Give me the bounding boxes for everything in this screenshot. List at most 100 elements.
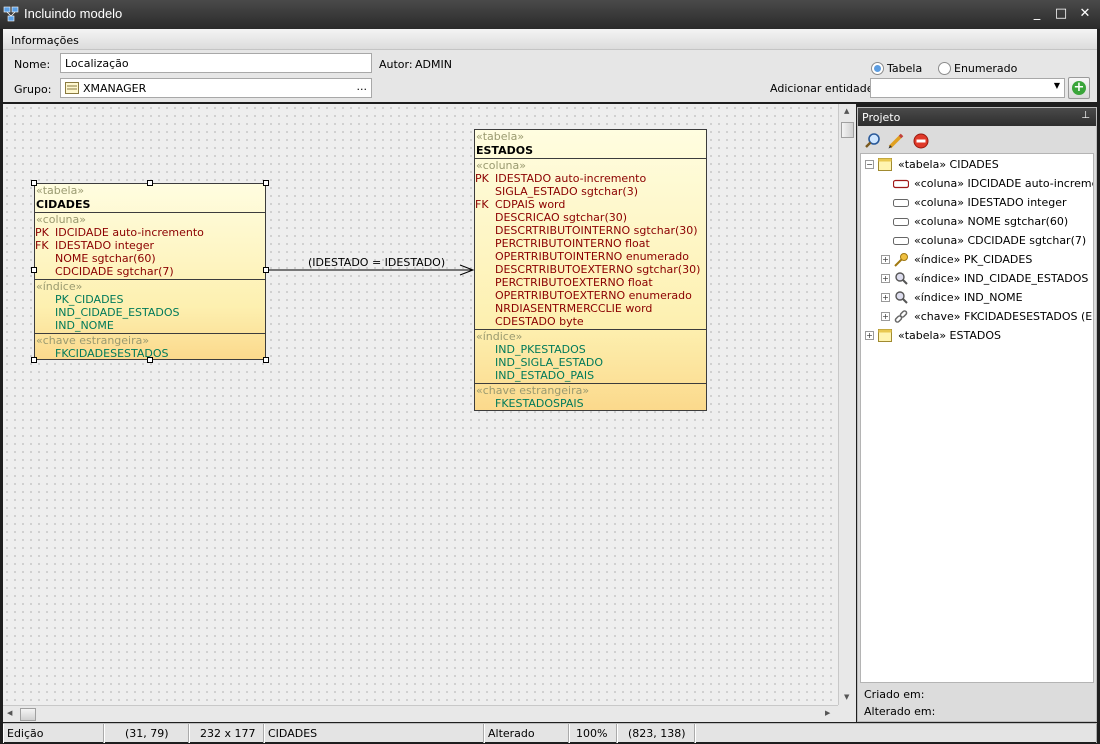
estados-column[interactable]: DESCRTRIBUTOEXTERNO sgtchar(30) — [475, 263, 706, 276]
estados-column[interactable]: SIGLA_ESTADO sgtchar(3) — [475, 185, 706, 198]
scroll-right-icon[interactable]: ▶ — [825, 709, 830, 717]
status-size: 232 x 177 — [189, 724, 264, 743]
horizontal-scroll-thumb[interactable] — [20, 708, 36, 721]
estados-column[interactable]: NRDIASENTRMERCCLIE word — [475, 302, 706, 315]
cidades-column[interactable]: NOME sgtchar(60) — [35, 252, 265, 265]
resize-handle[interactable] — [31, 267, 37, 273]
resize-handle[interactable] — [263, 267, 269, 273]
scroll-down-icon[interactable]: ▼ — [844, 693, 849, 701]
tree-node[interactable]: + «chave» FKCIDADESESTADOS (ESTA — [861, 307, 1093, 326]
name-label: Nome: — [14, 58, 51, 71]
diagram-canvas[interactable]: (IDESTADO = IDESTADO) «tabela» CIDADES «… — [3, 104, 838, 705]
maximize-button[interactable]: □ — [1051, 5, 1071, 23]
enumerado-radio[interactable] — [938, 62, 951, 75]
estados-index[interactable]: IND_ESTADO_PAIS — [475, 369, 706, 382]
group-selector[interactable]: XMANAGER ... — [60, 78, 372, 98]
name-input[interactable]: Localização — [60, 53, 372, 73]
estados-column[interactable]: FK CDPAIS word — [475, 198, 706, 211]
cidades-index[interactable]: IND_CIDADE_ESTADOS — [35, 306, 265, 319]
title-bar: Incluindo modelo _ □ ✕ — [0, 0, 1100, 29]
expand-icon[interactable]: + — [881, 255, 890, 264]
expand-icon[interactable]: + — [865, 331, 874, 340]
expand-icon[interactable]: + — [881, 293, 890, 302]
tree-node-label: «coluna» CDCIDADE sgtchar(7) — [914, 234, 1087, 247]
expand-icon[interactable]: + — [881, 274, 890, 283]
estados-column[interactable]: OPERTRIBUTOINTERNO enumerado — [475, 250, 706, 263]
tree-node-label: «tabela» CIDADES — [898, 158, 999, 171]
chevron-down-icon: ▼ — [1053, 81, 1060, 90]
scroll-left-icon[interactable]: ◀ — [7, 709, 12, 717]
group-browse-button[interactable]: ... — [357, 80, 368, 93]
close-button[interactable]: ✕ — [1075, 5, 1095, 23]
add-entity-select[interactable]: ▼ — [870, 78, 1065, 98]
estados-fk[interactable]: FKESTADOSPAIS — [475, 397, 706, 410]
tree-node[interactable]: «coluna» CDCIDADE sgtchar(7) — [861, 231, 1093, 250]
collapse-icon[interactable]: − — [865, 160, 874, 169]
tree-node-label: «coluna» NOME sgtchar(60) — [914, 215, 1069, 228]
tree-node[interactable]: + «índice» PK_CIDADES — [861, 250, 1093, 269]
horizontal-scrollbar[interactable]: ◀ ▶ — [3, 705, 838, 722]
estados-name: ESTADOS — [476, 144, 534, 157]
tree-node[interactable]: − «tabela» CIDADES — [861, 155, 1093, 174]
expand-icon[interactable]: + — [881, 312, 890, 321]
vertical-scrollbar[interactable]: ▲ ▼ — [838, 104, 856, 705]
estados-column[interactable]: CDESTADO byte — [475, 315, 706, 328]
estados-column[interactable]: OPERTRIBUTOEXTERNO enumerado — [475, 289, 706, 302]
entity-estados[interactable]: «tabela» ESTADOS «coluna» PK IDESTADO aut… — [474, 129, 707, 411]
column-icon — [893, 214, 909, 229]
estados-column[interactable]: PK IDESTADO auto-incremento — [475, 172, 706, 185]
tree-node[interactable]: «coluna» IDCIDADE auto-incremento — [861, 174, 1093, 193]
created-label: Criado em: — [864, 688, 925, 701]
resize-handle[interactable] — [263, 180, 269, 186]
tree-node[interactable]: «coluna» IDESTADO integer — [861, 193, 1093, 212]
edit-pencil-icon[interactable] — [887, 132, 905, 150]
minimize-button[interactable]: _ — [1027, 5, 1047, 23]
tree-node-label: «índice» PK_CIDADES — [914, 253, 1033, 266]
tabela-radio[interactable] — [871, 62, 884, 75]
entity-cidades[interactable]: «tabela» CIDADES «coluna» PK IDCIDADE aut… — [34, 183, 266, 360]
project-tree[interactable]: − «tabela» CIDADES «coluna» IDCIDADE auto-… — [860, 153, 1094, 683]
estados-index[interactable]: IND_SIGLA_ESTADO — [475, 356, 706, 369]
cidades-column[interactable]: CDCIDADE sgtchar(7) — [35, 265, 265, 278]
remove-icon[interactable] — [912, 132, 930, 150]
pin-icon[interactable]: ⊥ — [1081, 110, 1090, 121]
tree-node[interactable]: «coluna» NOME sgtchar(60) — [861, 212, 1093, 231]
plus-icon: + — [1072, 80, 1086, 95]
column-pk-icon — [892, 176, 910, 191]
resize-handle[interactable] — [31, 357, 37, 363]
index-icon — [893, 290, 909, 305]
tree-node-label: «índice» IND_CIDADE_ESTADOS — [914, 272, 1089, 285]
estados-column[interactable]: DESCRICAO sgtchar(30) — [475, 211, 706, 224]
scroll-corner — [838, 705, 856, 722]
table-icon — [877, 157, 893, 172]
tree-node-label: «chave» FKCIDADESESTADOS (ESTA — [914, 310, 1094, 323]
tree-node[interactable]: + «tabela» ESTADOS — [861, 326, 1093, 345]
resize-handle[interactable] — [147, 180, 153, 186]
cidades-indexes-section: «índice» PK_CIDADES IND_CIDADE_ESTADOS I… — [35, 279, 265, 333]
tree-node[interactable]: + «índice» IND_NOME — [861, 288, 1093, 307]
estados-column[interactable]: PERCTRIBUTOEXTERNO float — [475, 276, 706, 289]
search-icon[interactable] — [864, 132, 882, 150]
project-panel: Projeto ⊥ − «tabela» CIDADES «coluna» IDCI… — [857, 107, 1097, 722]
estados-column[interactable]: DESCRTRIBUTOINTERNO sgtchar(30) — [475, 224, 706, 237]
tree-node-label: «coluna» IDESTADO integer — [914, 196, 1067, 209]
resize-handle[interactable] — [147, 357, 153, 363]
resize-handle[interactable] — [263, 357, 269, 363]
resize-handle[interactable] — [31, 180, 37, 186]
cidades-index[interactable]: IND_NOME — [35, 319, 265, 332]
vertical-scroll-thumb[interactable] — [841, 122, 854, 138]
status-zoom: 100% — [569, 724, 617, 743]
estados-fk-stereotype: «chave estrangeira» — [476, 384, 590, 397]
status-empty — [695, 724, 1097, 743]
cidades-index[interactable]: PK_CIDADES — [35, 293, 265, 306]
cidades-column[interactable]: FK IDESTADO integer — [35, 239, 265, 252]
estados-column[interactable]: PERCTRIBUTOINTERNO float — [475, 237, 706, 250]
relationship-label: (IDESTADO = IDESTADO) — [308, 256, 446, 269]
tree-node[interactable]: + «índice» IND_CIDADE_ESTADOS — [861, 269, 1093, 288]
cidades-column[interactable]: PK IDCIDADE auto-incremento — [35, 226, 265, 239]
cidades-indexes-stereotype: «índice» — [36, 280, 83, 293]
scroll-up-icon[interactable]: ▲ — [844, 107, 849, 115]
author-value: ADMIN — [415, 58, 452, 71]
add-entity-button[interactable]: + — [1068, 77, 1090, 99]
estados-index[interactable]: IND_PKESTADOS — [475, 343, 706, 356]
